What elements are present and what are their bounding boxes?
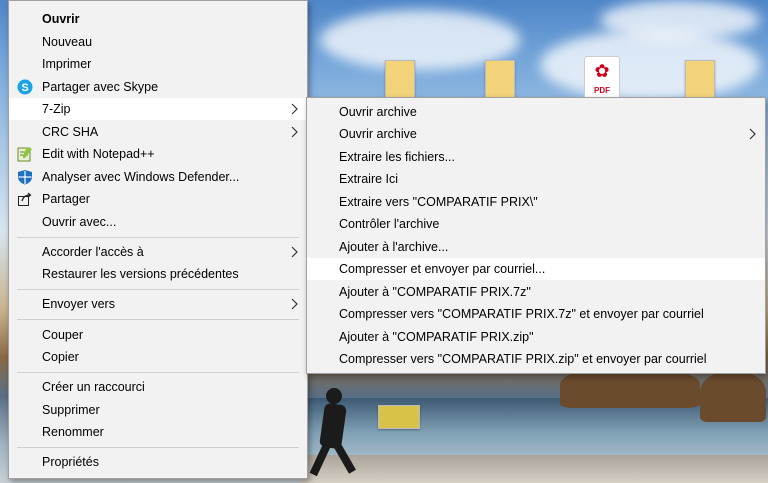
menu-item-grant-access[interactable]: Accorder l'accès à <box>9 241 307 263</box>
menu-item-label: Partager avec Skype <box>42 80 159 94</box>
menu-item-label: Nouveau <box>42 35 93 49</box>
share-icon <box>17 191 33 207</box>
skype-icon: S <box>17 79 33 95</box>
chevron-right-icon <box>289 98 299 120</box>
menu-item-label: Contrôler l'archive <box>339 217 440 231</box>
submenu-item-add-to-zip[interactable]: Ajouter à "COMPARATIF PRIX.zip" <box>307 326 765 348</box>
menu-item-label: Copier <box>42 350 79 364</box>
menu-item-copy[interactable]: Copier <box>9 346 307 368</box>
menu-item-restore-versions[interactable]: Restaurer les versions précédentes <box>9 263 307 285</box>
chevron-right-icon <box>289 121 299 143</box>
submenu-item-compress-and-email[interactable]: Compresser et envoyer par courriel... <box>307 258 765 280</box>
menu-item-notepad-plus-plus[interactable]: Edit with Notepad++ <box>9 143 307 165</box>
submenu-item-compress-zip-email[interactable]: Compresser vers "COMPARATIF PRIX.zip" et… <box>307 348 765 370</box>
rock <box>560 368 700 408</box>
menu-item-label: Ouvrir <box>42 12 80 26</box>
menu-item-label: Ouvrir archive <box>339 127 417 141</box>
menu-separator <box>17 447 299 448</box>
menu-item-delete[interactable]: Supprimer <box>9 399 307 421</box>
menu-item-label: Créer un raccourci <box>42 380 145 394</box>
menu-item-share[interactable]: Partager <box>9 188 307 210</box>
menu-item-label: Compresser et envoyer par courriel... <box>339 262 546 276</box>
menu-item-crc-sha[interactable]: CRC SHA <box>9 121 307 143</box>
chevron-right-icon <box>747 123 757 145</box>
submenu-item-extract-here[interactable]: Extraire Ici <box>307 168 765 190</box>
menu-item-open[interactable]: Ouvrir <box>9 8 307 30</box>
menu-item-print[interactable]: Imprimer <box>9 53 307 75</box>
submenu-item-open-archive-more[interactable]: Ouvrir archive <box>307 123 765 145</box>
menu-item-properties[interactable]: Propriétés <box>9 451 307 473</box>
menu-item-label: Ouvrir avec... <box>42 215 117 229</box>
menu-item-label: Restaurer les versions précédentes <box>42 267 239 281</box>
menu-item-label: Accorder l'accès à <box>42 245 144 259</box>
submenu-item-compress-7z-email[interactable]: Compresser vers "COMPARATIF PRIX.7z" et … <box>307 303 765 325</box>
submenu-item-extract-files[interactable]: Extraire les fichiers... <box>307 146 765 168</box>
menu-item-label: Compresser vers "COMPARATIF PRIX.7z" et … <box>339 307 704 321</box>
submenu-item-add-to-archive[interactable]: Ajouter à l'archive... <box>307 236 765 258</box>
menu-item-label: Couper <box>42 328 83 342</box>
cloud <box>540 30 760 100</box>
menu-item-7zip[interactable]: 7-Zip <box>9 98 307 120</box>
submenu-item-open-archive[interactable]: Ouvrir archive <box>307 101 765 123</box>
cloud <box>600 0 760 40</box>
submenu-item-extract-to-folder[interactable]: Extraire vers "COMPARATIF PRIX\" <box>307 191 765 213</box>
menu-item-label: Supprimer <box>42 403 100 417</box>
menu-item-label: Extraire vers "COMPARATIF PRIX\" <box>339 195 538 209</box>
acrobat-icon: ✿ <box>594 61 610 81</box>
menu-separator <box>17 289 299 290</box>
menu-item-new[interactable]: Nouveau <box>9 31 307 53</box>
menu-item-label: Ajouter à "COMPARATIF PRIX.zip" <box>339 330 534 344</box>
menu-item-label: Renommer <box>42 425 104 439</box>
menu-item-open-with[interactable]: Ouvrir avec... <box>9 211 307 233</box>
desktop-file-icon[interactable] <box>485 60 515 98</box>
menu-item-rename[interactable]: Renommer <box>9 421 307 443</box>
windows-defender-icon <box>17 169 33 185</box>
menu-item-label: Ouvrir archive <box>339 105 417 119</box>
menu-item-label: Extraire Ici <box>339 172 399 186</box>
menu-item-share-skype[interactable]: S Partager avec Skype <box>9 76 307 98</box>
menu-item-send-to[interactable]: Envoyer vers <box>9 293 307 315</box>
menu-item-cut[interactable]: Couper <box>9 324 307 346</box>
desktop-file-icon[interactable] <box>378 405 420 429</box>
submenu-7zip: Ouvrir archive Ouvrir archive Extraire l… <box>306 97 766 374</box>
menu-item-label: Extraire les fichiers... <box>339 150 456 164</box>
beach <box>300 455 768 483</box>
context-menu: Ouvrir Nouveau Imprimer S Partager avec … <box>8 0 308 479</box>
menu-item-label: Propriétés <box>42 455 99 469</box>
menu-separator <box>17 319 299 320</box>
runner-silhouette <box>326 388 342 404</box>
menu-item-label: 7-Zip <box>42 102 71 116</box>
rock <box>700 372 766 422</box>
submenu-item-test-archive[interactable]: Contrôler l'archive <box>307 213 765 235</box>
menu-item-label: Ajouter à l'archive... <box>339 240 449 254</box>
menu-item-label: Ajouter à "COMPARATIF PRIX.7z" <box>339 285 531 299</box>
submenu-item-add-to-7z[interactable]: Ajouter à "COMPARATIF PRIX.7z" <box>307 281 765 303</box>
desktop-file-icon[interactable] <box>685 60 715 98</box>
menu-separator <box>17 372 299 373</box>
menu-item-create-shortcut[interactable]: Créer un raccourci <box>9 376 307 398</box>
menu-item-label: Envoyer vers <box>42 297 115 311</box>
menu-separator <box>17 237 299 238</box>
menu-item-label: Edit with Notepad++ <box>42 147 155 161</box>
chevron-right-icon <box>289 241 299 263</box>
desktop-file-icon[interactable] <box>385 60 415 98</box>
menu-item-label: Partager <box>42 192 90 206</box>
chevron-right-icon <box>289 293 299 315</box>
notepad-plus-plus-icon <box>17 146 33 162</box>
menu-item-label: Analyser avec Windows Defender... <box>42 170 240 184</box>
menu-item-label: CRC SHA <box>42 125 99 139</box>
pdf-file-icon[interactable]: ✿ PDF <box>584 56 620 100</box>
menu-item-label: Compresser vers "COMPARATIF PRIX.zip" et… <box>339 352 707 366</box>
svg-text:S: S <box>21 82 28 94</box>
menu-item-windows-defender[interactable]: Analyser avec Windows Defender... <box>9 166 307 188</box>
menu-item-label: Imprimer <box>42 57 92 71</box>
